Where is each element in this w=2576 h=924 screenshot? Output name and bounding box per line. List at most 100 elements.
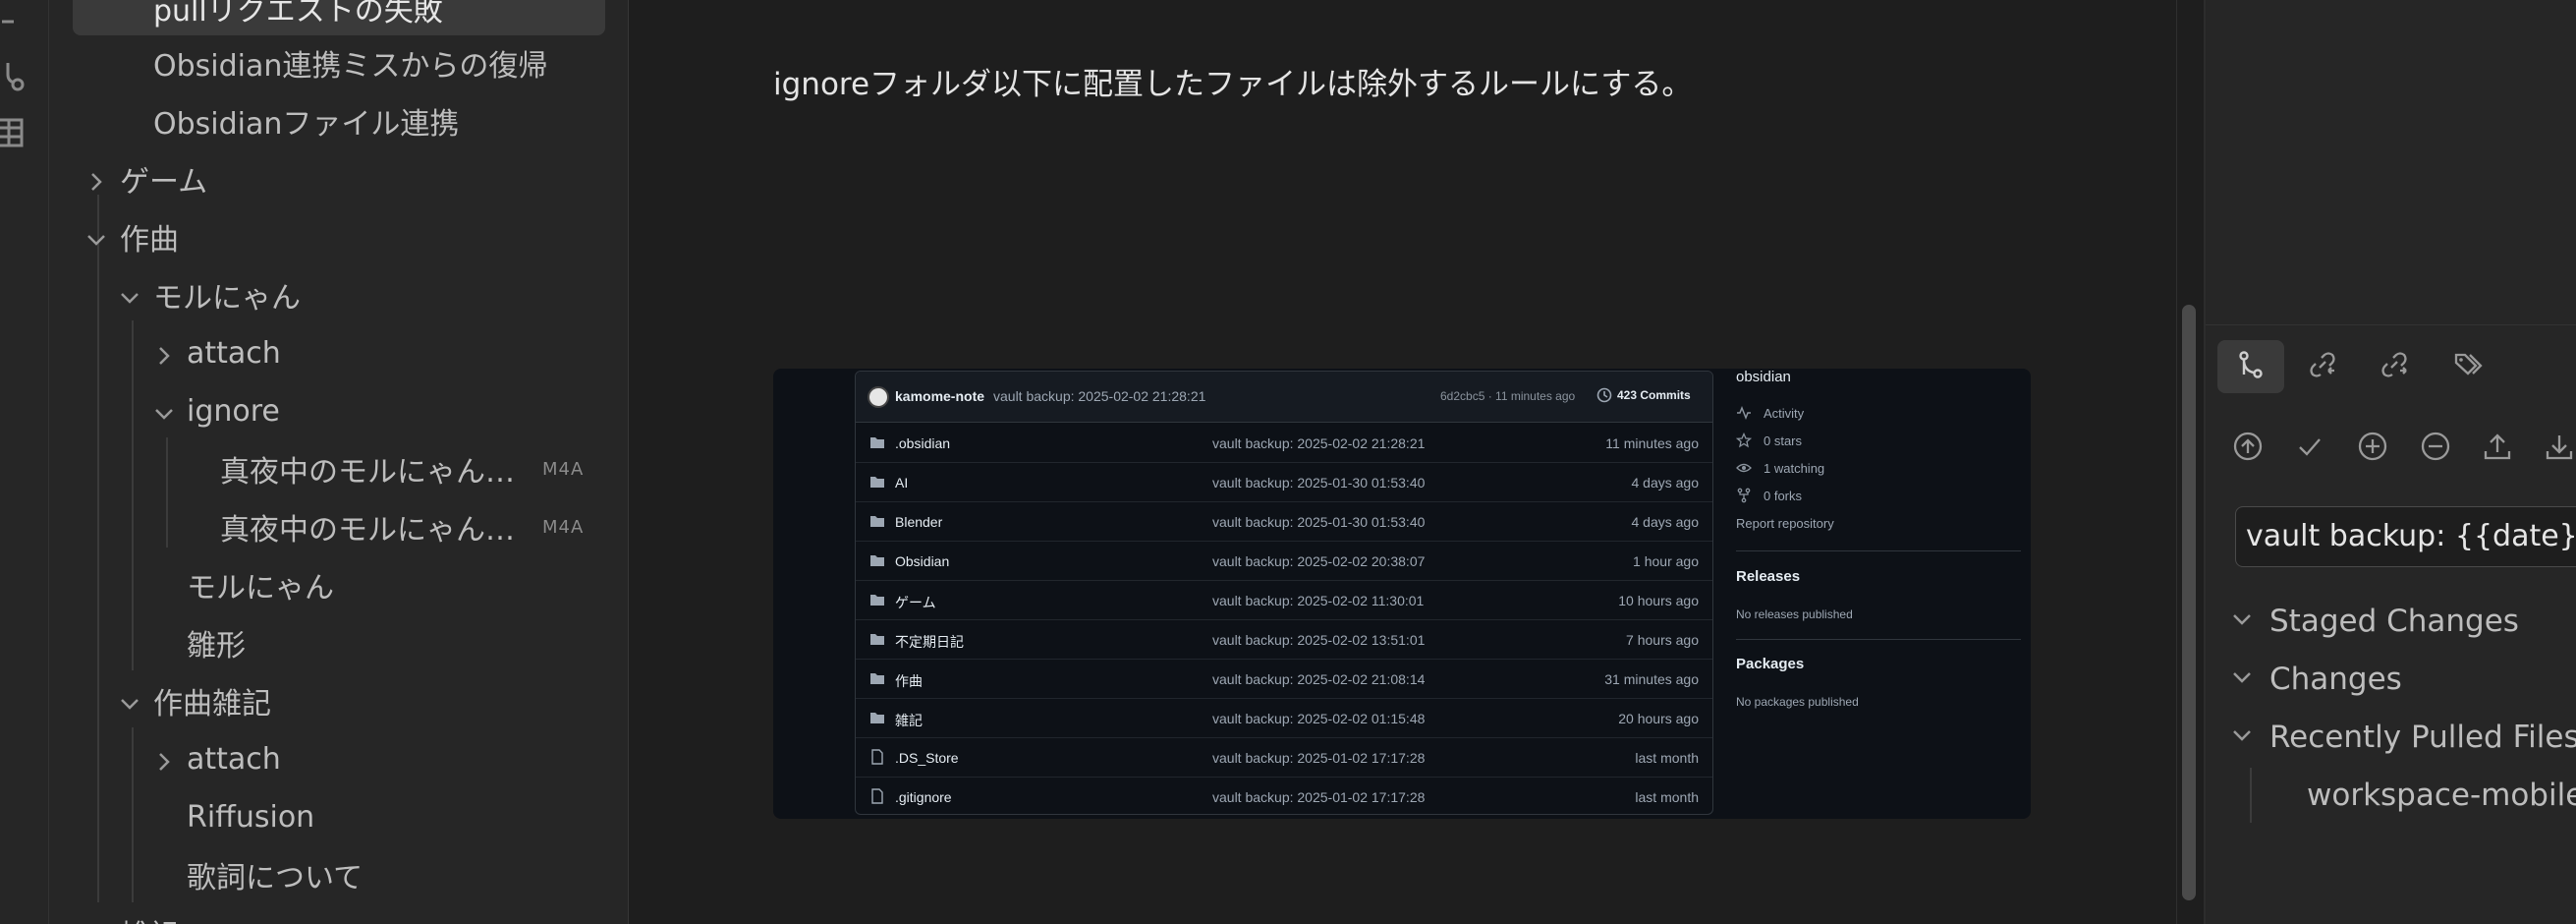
repo-description: obsidian [1736,369,1791,385]
tree-item-label: ゲーム [120,165,208,200]
commit-time: 10 hours ago [1618,593,1699,608]
check-icon [2294,431,2325,466]
tree-item-file[interactable]: 雛形 [73,615,605,670]
repo-owner: kamome-note [895,388,985,404]
folder-icon [870,673,884,684]
upload-button[interactable] [2476,427,2519,470]
scrollbar-thumb[interactable] [2182,305,2196,900]
repo-file-table: kamome-note vault backup: 2025-02-02 21:… [855,371,1713,815]
tree-folder-game[interactable]: ゲーム [73,151,605,206]
commit-time: last month [1635,750,1699,766]
table-icon[interactable] [0,116,29,155]
recently-pulled-section[interactable]: Recently Pulled Files 1 [2230,710,2576,765]
file-icon [871,788,883,804]
tree-item-file[interactable]: pullリクエストの失敗 [73,0,605,35]
git-branch-icon [2235,349,2267,384]
tree-item-file[interactable]: Obsidianファイル連携 [73,93,605,148]
folder-icon [870,437,884,448]
section-title: Recently Pulled Files [2269,720,2576,755]
file-name: AI [895,475,909,491]
stage-all-button[interactable] [2351,427,2394,470]
fork-icon [1736,488,1754,505]
plus-circle-icon [2357,431,2388,466]
upload-icon [2482,431,2513,466]
commit-message-input[interactable]: vault backup: {{date}} [2235,506,2576,567]
commit-time: 4 days ago [1631,514,1700,530]
folder-icon [870,477,884,488]
folder-icon [870,634,884,645]
commits-count: 423 Commits [1617,388,1691,402]
tree-item-label: Riffusion [187,799,315,835]
report-repository-link: Report repository [1736,516,1834,531]
download-button[interactable] [2538,427,2576,470]
changes-section[interactable]: Changes [2230,652,2402,707]
push-button[interactable] [2226,427,2269,470]
embedded-image[interactable]: kamome-note vault backup: 2025-02-02 21:… [773,369,2031,819]
table-row: Obsidian vault backup: 2025-02-02 20:38:… [856,542,1712,581]
section-title: Changes [2269,662,2402,697]
commit-time: 7 hours ago [1626,632,1699,648]
tree-folder-ignore[interactable]: ignore [73,383,605,438]
tree-item-file[interactable]: モルにゃん [73,557,605,612]
tree-item-file[interactable]: Riffusion [73,789,605,844]
tree-folder-compose[interactable]: 作曲 [73,209,605,264]
tree-item-audio-file[interactable]: 真夜中のモルにゃん… M4A [73,499,605,554]
file-extension-badge: M4A [542,458,585,480]
commit-hash-time: 6d2cbc5 · 11 minutes ago [1440,389,1576,403]
stars-count: 0 stars [1764,433,1803,448]
tree-item-label: 真夜中のモルにゃん… [220,455,515,490]
table-row: .gitignore vault backup: 2025-01-02 17:1… [856,778,1712,814]
commit-message: vault backup: 2025-02-02 20:38:07 [1212,553,1426,569]
arrow-up-circle-icon [2232,431,2264,466]
commit-time: 1 hour ago [1633,553,1699,569]
source-control-tab[interactable] [2217,340,2284,393]
staged-changes-section[interactable]: Staged Changes [2230,594,2519,649]
tree-folder-compose-notes[interactable]: 作曲雑記 [73,673,605,728]
commit-button[interactable] [2288,427,2331,470]
tree-item-file[interactable]: Obsidian連携ミスからの復帰 [73,35,605,90]
file-name: .obsidian [895,435,951,451]
file-name: 不定期日記 [895,634,964,650]
file-name: 作曲 [895,673,923,689]
file-icon [871,749,883,765]
tree-folder-morunyan[interactable]: モルにゃん [73,267,605,322]
history-link-in-tab[interactable] [2301,345,2344,388]
link-out-icon [2379,349,2410,384]
terminal-icon[interactable] [0,0,29,39]
chevron-down-icon [2230,720,2269,755]
latest-commit-message: vault backup: 2025-02-02 21:28:21 [993,388,1206,404]
tree-item-label: pullリクエストの失敗 [153,0,443,29]
commit-time: 31 minutes ago [1604,671,1699,687]
tree-item-label: 作曲 [120,223,179,258]
editor-paragraph[interactable]: ignoreフォルダ以下に配置したファイルは除外するルールにする。 [773,59,1692,103]
tree-item-audio-file[interactable]: 真夜中のモルにゃん… M4A [73,441,605,496]
table-row: .obsidian vault backup: 2025-02-02 21:28… [856,424,1712,463]
table-row: 雑記 vault backup: 2025-02-02 01:15:48 20 … [856,699,1712,738]
folder-icon [870,595,884,606]
tree-item-label: 歌詞について [187,861,364,895]
tree-item-label: モルにゃん [153,281,301,316]
commit-message: vault backup: 2025-01-30 01:53:40 [1212,475,1426,491]
history-link-out-tab[interactable] [2373,345,2416,388]
folder-icon [870,555,884,566]
tree-folder-attach[interactable]: attach [73,731,605,786]
ribbon [0,0,49,924]
releases-heading: Releases [1736,568,1801,585]
tree-item-file[interactable]: 歌詞について [73,847,605,902]
tree-item-label: 真夜中のモルにゃん… [220,513,515,548]
tree-folder-attach[interactable]: attach [73,325,605,380]
commit-message: vault backup: 2025-01-02 17:17:28 [1212,750,1426,766]
list-item[interactable]: workspace-mobile.j [2307,768,2576,823]
unstage-all-button[interactable] [2414,427,2457,470]
git-branch-icon[interactable] [0,59,29,98]
tags-icon [2452,349,2484,384]
repo-about-sidebar: obsidian Activity 0 stars 1 watching 0 f… [1735,369,2031,819]
tree-folder-misc[interactable]: 雑記 [73,905,605,924]
chevron-down-icon [2230,604,2269,639]
folder-icon [870,713,884,723]
tags-tab[interactable] [2446,345,2490,388]
table-row: 作曲 vault backup: 2025-02-02 21:08:14 31 … [856,660,1712,699]
avatar [868,386,889,408]
download-icon [2544,431,2575,466]
file-name: 雑記 [895,713,923,728]
